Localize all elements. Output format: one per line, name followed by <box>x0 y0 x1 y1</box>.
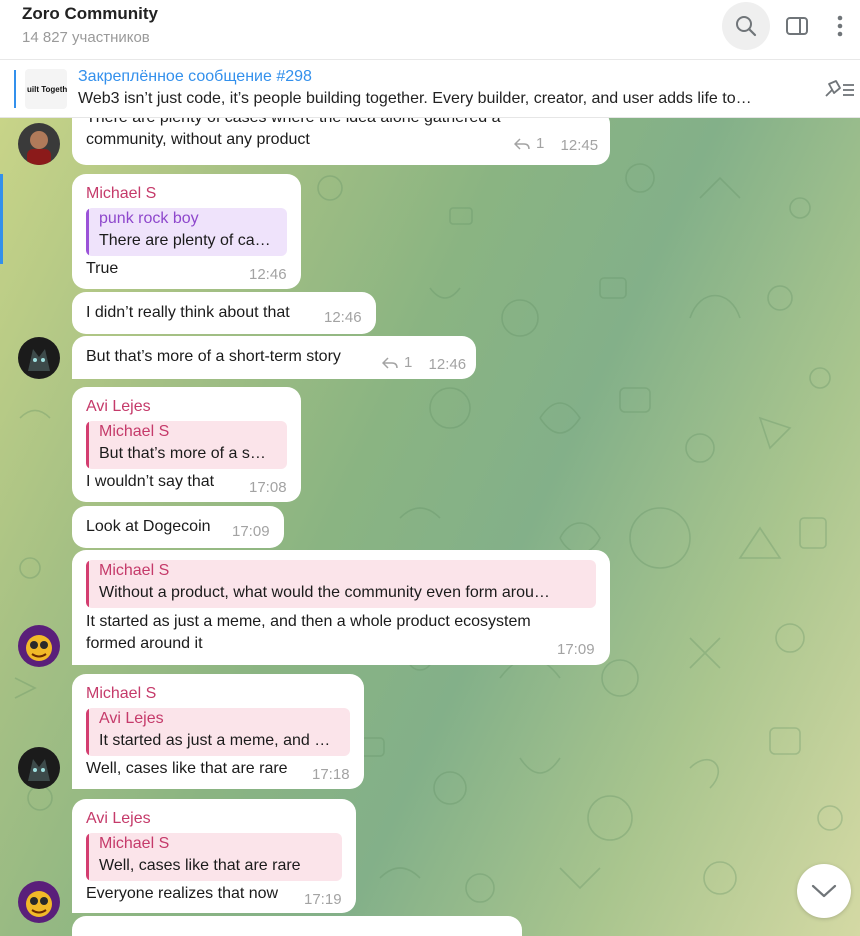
message-text: There are plenty of cases where the idea… <box>86 118 501 129</box>
reply-quote[interactable]: Michael S Without a product, what would … <box>86 560 596 608</box>
avatar-image <box>18 337 60 379</box>
message-bubble[interactable]: Avi Lejes Michael S But that’s more of a… <box>72 387 301 502</box>
search-button[interactable] <box>722 2 770 50</box>
avatar[interactable] <box>18 123 60 165</box>
reply-text: Without a product, what would the commun… <box>99 584 550 601</box>
message-bubble[interactable]: Avi Lejes Michael S Well, cases like tha… <box>72 799 356 913</box>
message-text: It started as just a meme, and then a wh… <box>86 613 531 630</box>
avatar-image <box>18 123 60 165</box>
sender-name[interactable]: Michael S <box>86 685 156 703</box>
message-text: Well, cases like that are rare <box>86 760 288 777</box>
reply-author: Michael S <box>99 423 170 440</box>
reply-bar <box>86 208 89 256</box>
chat-title[interactable]: Zoro Community <box>22 4 158 24</box>
avatar-image <box>18 747 60 789</box>
reply-author: Michael S <box>99 835 170 852</box>
pinned-title: Закреплённое сообщение #298 <box>78 68 312 85</box>
message-meta: 1 12:46 <box>382 354 466 373</box>
avatar[interactable] <box>18 337 60 379</box>
reply-author: Michael S <box>99 562 170 579</box>
message-meta: 1 12:45 <box>514 135 598 154</box>
message-time: 17:09 <box>557 641 595 658</box>
message-text: formed around it <box>86 635 203 652</box>
reply-author: punk rock boy <box>99 210 199 227</box>
message-time: 17:09 <box>232 523 270 540</box>
avatar[interactable] <box>18 625 60 667</box>
message-time: 12:46 <box>324 309 362 326</box>
reply-icon <box>382 356 398 369</box>
message-list[interactable]: There are plenty of cases where the idea… <box>0 118 860 936</box>
avatar-image <box>18 625 60 667</box>
reply-count-value: 1 <box>536 135 545 152</box>
sender-name[interactable]: Michael S <box>86 185 156 203</box>
message-bubble[interactable]: Look at Dogecoin 17:09 <box>72 506 284 548</box>
message-time: 17:19 <box>304 891 342 908</box>
search-icon <box>736 16 757 37</box>
message-bubble[interactable]: Michael S Avi Lejes It started as just a… <box>72 674 364 789</box>
reply-quote[interactable]: punk rock boy There are plenty of ca… <box>86 208 287 256</box>
reply-count-value: 1 <box>404 354 413 371</box>
reply-text: It started as just a meme, and … <box>99 732 331 749</box>
chevron-down-icon <box>811 884 837 898</box>
message-bubble[interactable]: I didn’t really think about that 12:46 <box>72 292 376 334</box>
message-time: 12:46 <box>428 355 467 373</box>
reply-bar <box>86 421 89 469</box>
pin-list-icon <box>825 80 854 97</box>
message-time: 17:18 <box>312 766 350 783</box>
avatar-image <box>18 881 60 923</box>
message-time: 17:08 <box>249 479 287 496</box>
pinned-indicator <box>14 70 16 108</box>
message-bubble[interactable] <box>72 916 522 936</box>
reply-quote[interactable]: Michael S But that’s more of a s… <box>86 421 287 469</box>
message-text: I didn’t really think about that <box>86 304 290 321</box>
message-text: Everyone realizes that now <box>86 885 279 902</box>
message-text: But that’s more of a short-term story <box>86 348 341 365</box>
sidebar-toggle-icon <box>786 17 808 35</box>
member-count: 14 827 участников <box>22 29 150 46</box>
reply-count[interactable]: 1 <box>514 135 544 152</box>
reply-quote[interactable]: Michael S Well, cases like that are rare <box>86 833 342 881</box>
avatar[interactable] <box>18 747 60 789</box>
message-bubble[interactable]: Michael S Without a product, what would … <box>72 550 610 665</box>
reply-text: Well, cases like that are rare <box>99 857 301 874</box>
reply-bar <box>86 833 89 881</box>
message-text: community, without any product <box>86 131 310 148</box>
pinned-list-button[interactable] <box>822 78 856 105</box>
scroll-down-button[interactable] <box>797 864 851 918</box>
reply-bar <box>86 560 89 608</box>
message-text: True <box>86 260 119 277</box>
message-bubble[interactable]: Michael S punk rock boy There are plenty… <box>72 174 301 289</box>
message-text: I wouldn’t say that <box>86 473 215 490</box>
message-bubble[interactable]: There are plenty of cases where the idea… <box>72 118 610 165</box>
reply-text: There are plenty of ca… <box>99 232 271 249</box>
message-time: 12:46 <box>249 266 287 283</box>
pinned-thumbnail: uilt Togethe <box>25 69 67 109</box>
chat-header: Zoro Community 14 827 участников <box>0 0 860 60</box>
reply-quote[interactable]: Avi Lejes It started as just a meme, and… <box>86 708 350 756</box>
more-vertical-icon <box>837 15 843 37</box>
message-text: Look at Dogecoin <box>86 518 211 535</box>
reply-text: But that’s more of a s… <box>99 445 266 462</box>
pinned-text: Web3 isn’t just code, it’s people buildi… <box>78 90 752 107</box>
message-time: 12:45 <box>560 136 599 154</box>
avatar[interactable] <box>18 881 60 923</box>
pinned-thumbnail-text: uilt Togethe <box>27 85 67 94</box>
reply-author: Avi Lejes <box>99 710 164 727</box>
reply-bar <box>86 708 89 756</box>
sender-name[interactable]: Avi Lejes <box>86 810 151 828</box>
message-bubble[interactable]: But that’s more of a short-term story 1 … <box>72 336 476 379</box>
sender-name[interactable]: Avi Lejes <box>86 398 151 416</box>
more-button[interactable] <box>816 2 860 50</box>
reply-count[interactable]: 1 <box>382 354 412 371</box>
sidebar-toggle-button[interactable] <box>773 2 821 50</box>
reply-icon <box>514 137 530 150</box>
pinned-message-bar[interactable]: uilt Togethe Закреплённое сообщение #298… <box>0 60 860 118</box>
